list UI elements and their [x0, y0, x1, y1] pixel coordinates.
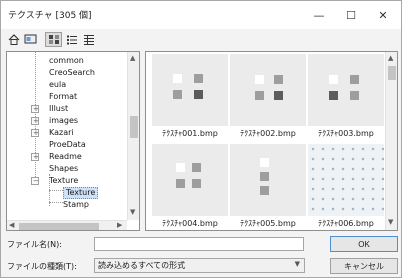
tree-item-label: Shapes [49, 164, 79, 173]
window-title: テクスチャ [305 個] [8, 11, 92, 21]
home-icon[interactable] [5, 32, 22, 47]
tree-item[interactable]: + Readme [7, 151, 125, 163]
grid-vscroll-thumb[interactable] [388, 66, 396, 80]
cancel-button[interactable]: キャンセル [330, 258, 398, 274]
texture-preview-image [230, 54, 306, 126]
thumbnail-grid[interactable]: ﾃｸｽﾁｬ001.bmp ﾃｸｽﾁｬ002.bmp ﾃｸｽﾁｬ003.bmp ﾃｸｽﾁ… [145, 51, 398, 231]
texture-thumbnail[interactable]: ﾃｸｽﾁｬ003.bmp [308, 54, 384, 140]
details-view-icon[interactable] [80, 32, 97, 47]
maximize-button[interactable]: ☐ [337, 7, 365, 23]
thumbnail-caption: ﾃｸｽﾁｬ002.bmp [240, 129, 296, 138]
tree-item[interactable]: Texture [7, 187, 125, 199]
toolbar [1, 29, 401, 51]
texture-thumbnail[interactable]: ﾃｸｽﾁｬ006.bmp [308, 144, 384, 230]
texture-thumbnail[interactable]: ﾃｸｽﾁｬ001.bmp [152, 54, 228, 140]
tree-horizontal-scrollbar[interactable]: ◀ ▶ [7, 220, 127, 230]
thumbnail-caption: ﾃｸｽﾁｬ003.bmp [318, 129, 374, 138]
tree-item[interactable]: + Kazari [7, 127, 125, 139]
scroll-up-arrow-icon[interactable]: ▲ [388, 54, 393, 63]
expand-icon[interactable]: + [31, 105, 39, 113]
chevron-down-icon[interactable]: ▼ [295, 260, 300, 268]
texture-thumbnail[interactable]: ﾃｸｽﾁｬ004.bmp [152, 144, 228, 230]
tree-item[interactable]: + images [7, 115, 125, 127]
texture-preview-image [152, 144, 228, 216]
ok-button[interactable]: OK [330, 236, 398, 252]
tree-item-label: Format [49, 92, 78, 101]
tree-item[interactable]: Format [7, 91, 125, 103]
tree-item-label: Stamp [63, 200, 89, 209]
tree-item-label: common [49, 56, 84, 65]
scroll-up-arrow-icon[interactable]: ▲ [130, 54, 135, 63]
thumbnail-caption: ﾃｸｽﾁｬ005.bmp [240, 219, 296, 228]
tree-item-label: CreoSearch [49, 68, 95, 77]
filename-label: ファイル名(N): [7, 240, 62, 249]
thumbnail-view-icon[interactable] [45, 32, 62, 47]
filename-input[interactable] [94, 237, 304, 251]
filetype-label: ファイルの種類(T): [7, 262, 77, 271]
texture-preview-image [308, 54, 384, 126]
tree-item-label: Illust [49, 104, 69, 113]
tree-item[interactable]: CreoSearch [7, 67, 125, 79]
tree-item[interactable]: common [7, 55, 125, 67]
tree-item-label: Texture [63, 187, 99, 199]
tree-item[interactable]: Shapes [7, 163, 125, 175]
tree-item-label: images [49, 116, 79, 125]
list-view-icon[interactable] [63, 32, 80, 47]
tree-hscroll-thumb[interactable] [19, 223, 99, 230]
tree-item-label: Texture [49, 176, 79, 185]
tree-item[interactable]: ProeData [7, 139, 125, 151]
tree-item-label: Readme [49, 152, 82, 161]
folder-tree[interactable]: common CreoSearch eula Format + Illust + images… [6, 51, 140, 231]
scroll-down-arrow-icon[interactable]: ▼ [130, 208, 135, 217]
minimize-button[interactable]: — [305, 7, 333, 23]
texture-preview-image [230, 144, 306, 216]
scroll-right-arrow-icon[interactable]: ▶ [117, 221, 122, 230]
texture-thumbnail[interactable]: ﾃｸｽﾁｬ005.bmp [230, 144, 306, 230]
expand-icon[interactable]: + [31, 117, 39, 125]
tree-item-label: Kazari [49, 128, 74, 137]
scroll-left-arrow-icon[interactable]: ◀ [9, 221, 14, 230]
expand-icon[interactable]: + [31, 153, 39, 161]
title-bar: テクスチャ [305 個] — ☐ ✕ [1, 1, 401, 29]
tree-vscroll-thumb[interactable] [130, 116, 138, 138]
expand-icon[interactable]: + [31, 129, 39, 137]
tree-item[interactable]: − Texture [7, 175, 125, 187]
texture-preview-image [308, 144, 384, 216]
file-open-dialog: テクスチャ [305 個] — ☐ ✕ common CreoSearch eula… [0, 0, 402, 278]
close-button[interactable]: ✕ [369, 7, 397, 23]
tree-item[interactable]: + Illust [7, 103, 125, 115]
tree-vertical-scrollbar[interactable]: ▲ ▼ [127, 52, 139, 220]
texture-preview-image [152, 54, 228, 126]
tree-item[interactable]: eula [7, 79, 125, 91]
thumbnail-caption: ﾃｸｽﾁｬ004.bmp [162, 219, 218, 228]
thumbnail-caption: ﾃｸｽﾁｬ006.bmp [318, 219, 374, 228]
tree-item-label: ProeData [49, 140, 86, 149]
filetype-select[interactable]: 読み込めるすべての形式 ▼ [94, 258, 305, 273]
collapse-icon[interactable]: − [31, 177, 39, 185]
texture-thumbnail[interactable]: ﾃｸｽﾁｬ002.bmp [230, 54, 306, 140]
tree-item-label: eula [49, 80, 67, 89]
scroll-down-arrow-icon[interactable]: ▼ [388, 218, 393, 227]
filetype-value: 読み込めるすべての形式 [98, 261, 186, 270]
grid-vertical-scrollbar[interactable]: ▲ ▼ [385, 52, 397, 230]
thumbnail-caption: ﾃｸｽﾁｬ001.bmp [162, 129, 218, 138]
tree-item[interactable]: Stamp [7, 199, 125, 211]
desktop-icon[interactable] [22, 32, 39, 47]
